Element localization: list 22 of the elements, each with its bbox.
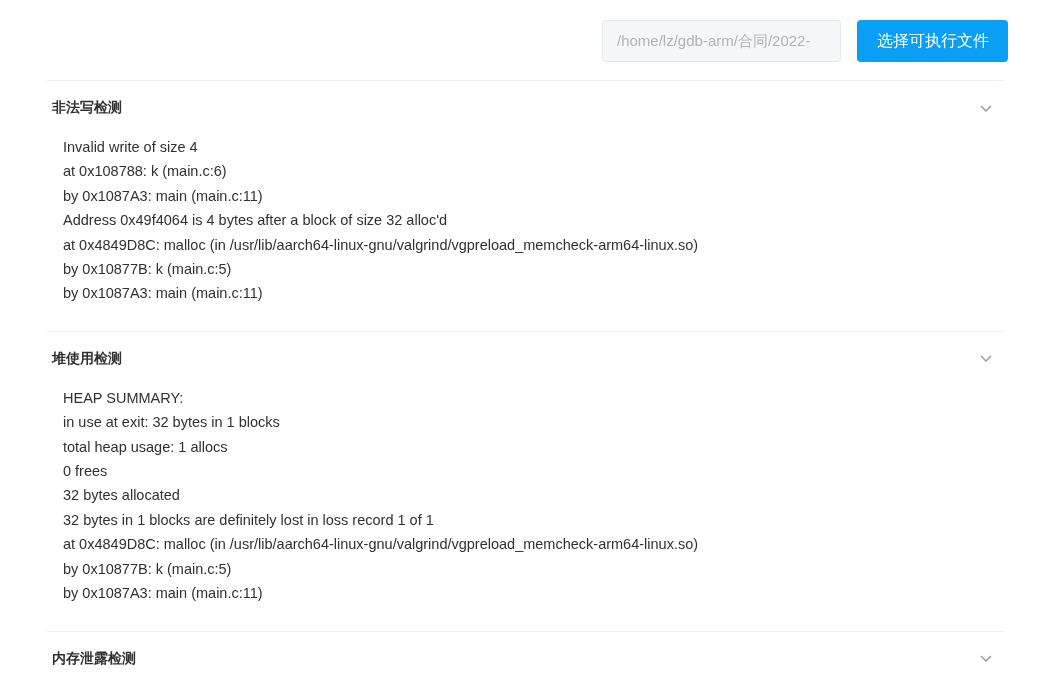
log-line: Invalid write of size 4: [63, 138, 199, 157]
log-line: by 0x10877B: k (main.c:5): [63, 260, 233, 280]
chevron-down-icon: [980, 655, 992, 662]
chevron-down-icon: [980, 355, 992, 363]
log-line: in use at exit: 32 bytes in 1 blocks: [63, 413, 281, 433]
log-line: 32 bytes in 1 blocks are definitely lost in loss record 1 of 1: [63, 510, 435, 530]
log-line: 0 frees: [63, 462, 109, 482]
log-line: at 0x4849D8C: malloc (in /usr/lib/aarch64-linux-gnu/valgrind/vgpreload_memcheck-arm64-linux.so): [63, 235, 700, 255]
log-line: 32 bytes allocated: [63, 486, 181, 506]
log-line: Address 0x49f4064 is 4 bytes after a block of size 32 alloc'd: [63, 211, 449, 231]
log-line: total heap usage: 1 allocs: [63, 437, 229, 457]
section-header[interactable]: 内存泄露检测: [47, 631, 1004, 686]
section-header[interactable]: 堆使用检测: [47, 331, 1004, 386]
section-header[interactable]: 非法写检测: [47, 81, 1004, 135]
log-line: by 0x1087A3: main (main.c:11): [63, 186, 264, 206]
log-line: at 0x4849D8C: malloc (in /usr/lib/aarch64-linux-gnu/valgrind/vgpreload_memcheck-arm64-linux.so): [63, 535, 700, 555]
log-line: at 0x108788: k (main.c:6): [63, 162, 228, 182]
log-line: by 0x1087A3: main (main.c:11): [63, 584, 264, 604]
chevron-down-icon: [980, 104, 992, 112]
log-line: HEAP SUMMARY:: [63, 388, 185, 408]
log-line: by 0x10877B: k (main.c:5): [63, 559, 233, 579]
log-line: by 0x1087A3: main (main.c:11): [63, 284, 264, 304]
